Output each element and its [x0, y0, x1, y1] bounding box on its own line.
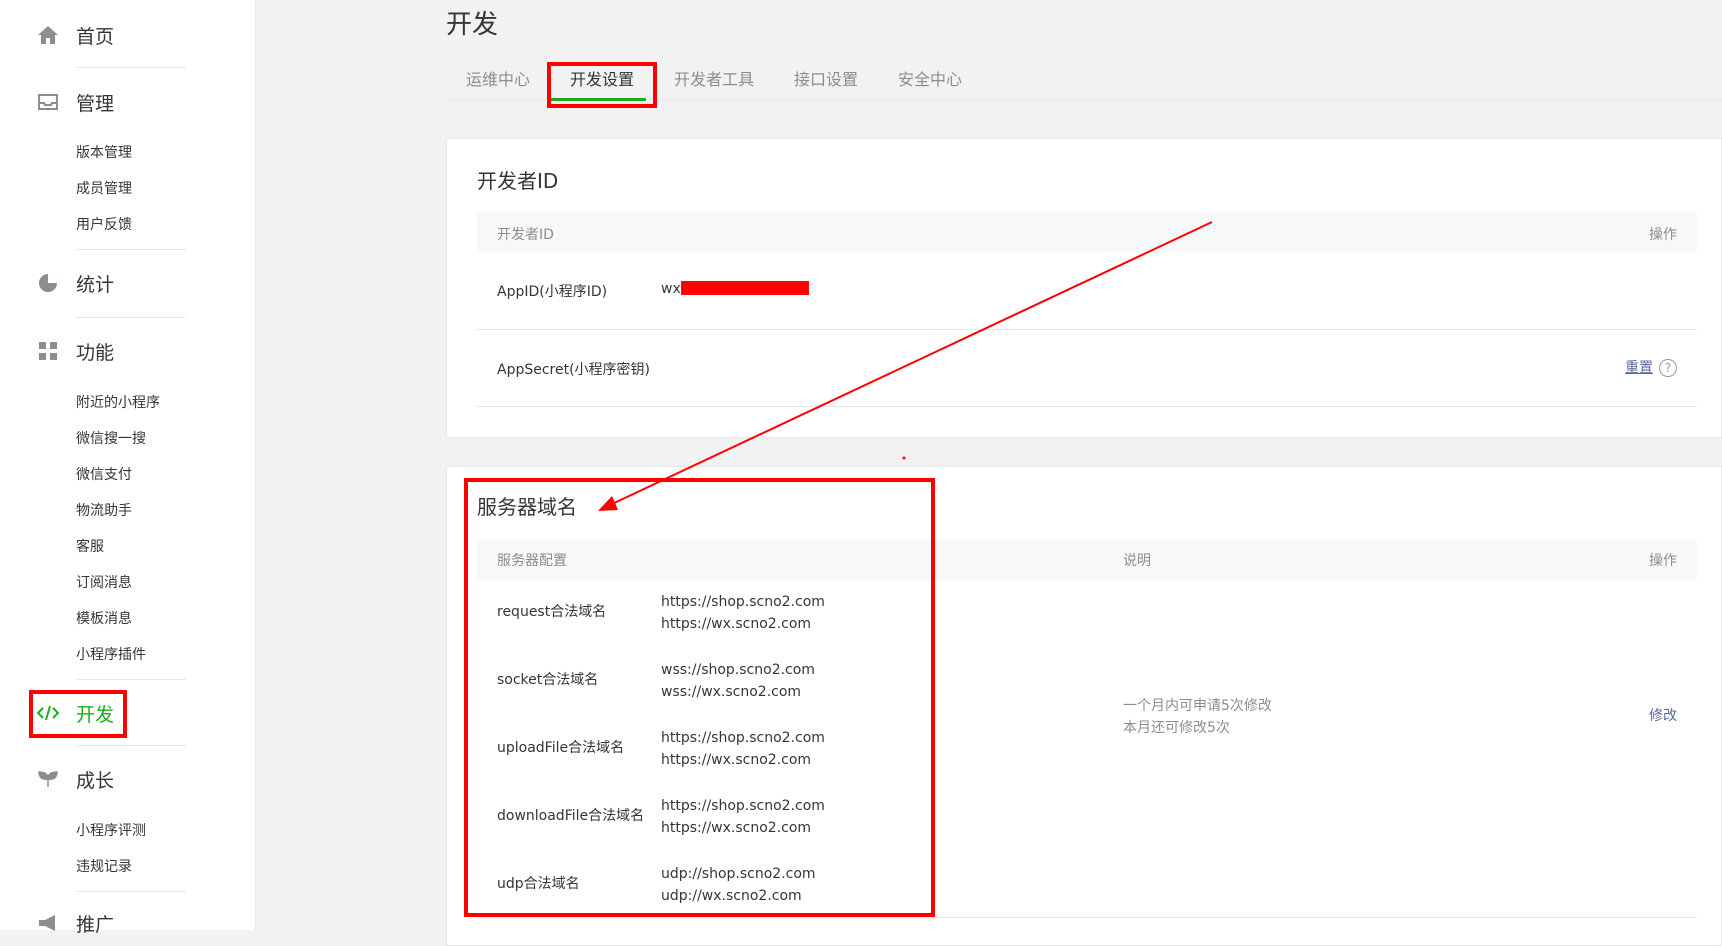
- nav-template-message[interactable]: 模板消息: [76, 608, 132, 628]
- divider: [76, 745, 186, 746]
- nav-plugin[interactable]: 小程序插件: [76, 644, 146, 664]
- divider: [76, 249, 186, 250]
- appid-prefix: wx: [661, 281, 681, 297]
- nav-promote[interactable]: 推广: [36, 908, 114, 938]
- developer-id-title: 开发者ID: [477, 169, 559, 193]
- annotation-box-server-domain: [464, 478, 935, 917]
- tab-security-center[interactable]: 安全中心: [898, 66, 962, 90]
- nav-member-manage[interactable]: 成员管理: [76, 178, 132, 198]
- nav-violation-records[interactable]: 违规记录: [76, 856, 132, 876]
- col-description: 说明: [1123, 553, 1151, 569]
- nav-wechat-search[interactable]: 微信搜一搜: [76, 428, 146, 448]
- col-developer-id: 开发者ID: [497, 227, 554, 243]
- nav-evaluation[interactable]: 小程序评测: [76, 820, 146, 840]
- nav-growth-label: 成长: [76, 769, 115, 792]
- row-divider: [477, 406, 1697, 407]
- nav-features-label: 功能: [76, 341, 115, 364]
- modify-limit-description: 一个月内可申请5次修改 本月还可修改5次: [1123, 695, 1272, 739]
- modify-limit-line: 一个月内可申请5次修改: [1123, 698, 1272, 714]
- divider: [76, 679, 186, 680]
- nav-nearby-miniprogram[interactable]: 附近的小程序: [76, 392, 160, 412]
- nav-home[interactable]: 首页: [36, 20, 114, 50]
- appsecret-label: AppSecret(小程序密钥): [497, 362, 651, 378]
- nav-customer-service[interactable]: 客服: [76, 536, 104, 556]
- nav-features[interactable]: 功能: [36, 336, 114, 366]
- megaphone-icon: [36, 911, 60, 935]
- page-title: 开发: [446, 10, 499, 40]
- sprout-icon: [36, 767, 60, 791]
- help-icon[interactable]: ?: [1659, 359, 1677, 377]
- divider: [76, 317, 186, 318]
- annotation-box-dev-settings-tab: [547, 62, 657, 108]
- col-action: 操作: [1649, 227, 1677, 243]
- pie-chart-icon: [36, 271, 60, 295]
- sidebar: 首页 管理 版本管理 成员管理 用户反馈 统计 功能 附近的小程序 微信搜一搜 …: [0, 0, 256, 936]
- tab-ops-center[interactable]: 运维中心: [466, 66, 530, 90]
- home-icon: [36, 23, 60, 47]
- nav-manage-label: 管理: [76, 92, 115, 115]
- modify-link[interactable]: 修改: [1649, 705, 1677, 725]
- nav-manage[interactable]: 管理: [36, 87, 114, 117]
- tab-dev-tools[interactable]: 开发者工具: [674, 66, 754, 90]
- nav-user-feedback[interactable]: 用户反馈: [76, 214, 132, 234]
- reset-link[interactable]: 重置: [1625, 360, 1653, 376]
- appid-value: wx: [661, 281, 681, 297]
- row-divider: [477, 329, 1697, 330]
- developer-id-table-header: 开发者ID 操作: [477, 213, 1697, 253]
- appsecret-actions: 重置?: [1625, 357, 1677, 377]
- nav-logistics[interactable]: 物流助手: [76, 500, 132, 520]
- nav-wechat-pay[interactable]: 微信支付: [76, 464, 132, 484]
- nav-promote-label: 推广: [76, 913, 115, 936]
- appid-label: AppID(小程序ID): [497, 284, 608, 300]
- nav-growth[interactable]: 成长: [36, 764, 114, 794]
- nav-version-manage[interactable]: 版本管理: [76, 142, 132, 162]
- nav-stats-label: 统计: [76, 273, 115, 296]
- col-action: 操作: [1649, 553, 1677, 569]
- developer-id-card: 开发者ID 开发者ID 操作 AppID(小程序ID) wx AppSecret…: [446, 138, 1722, 438]
- nav-stats[interactable]: 统计: [36, 268, 114, 298]
- divider: [76, 67, 186, 68]
- nav-home-label: 首页: [76, 25, 115, 48]
- modify-remaining-line: 本月还可修改5次: [1123, 720, 1230, 736]
- row-divider: [477, 917, 1697, 918]
- nav-subscribe-message[interactable]: 订阅消息: [76, 572, 132, 592]
- annotation-box-develop-nav: [29, 690, 127, 738]
- grid-icon: [36, 339, 60, 363]
- main-content: 开发 运维中心 开发设置 开发者工具 接口设置 安全中心 开发者ID 开发者ID…: [446, 0, 1722, 946]
- tab-api-settings[interactable]: 接口设置: [794, 66, 858, 90]
- inbox-icon: [36, 90, 60, 114]
- redaction-mark: [681, 281, 809, 295]
- divider: [76, 891, 186, 892]
